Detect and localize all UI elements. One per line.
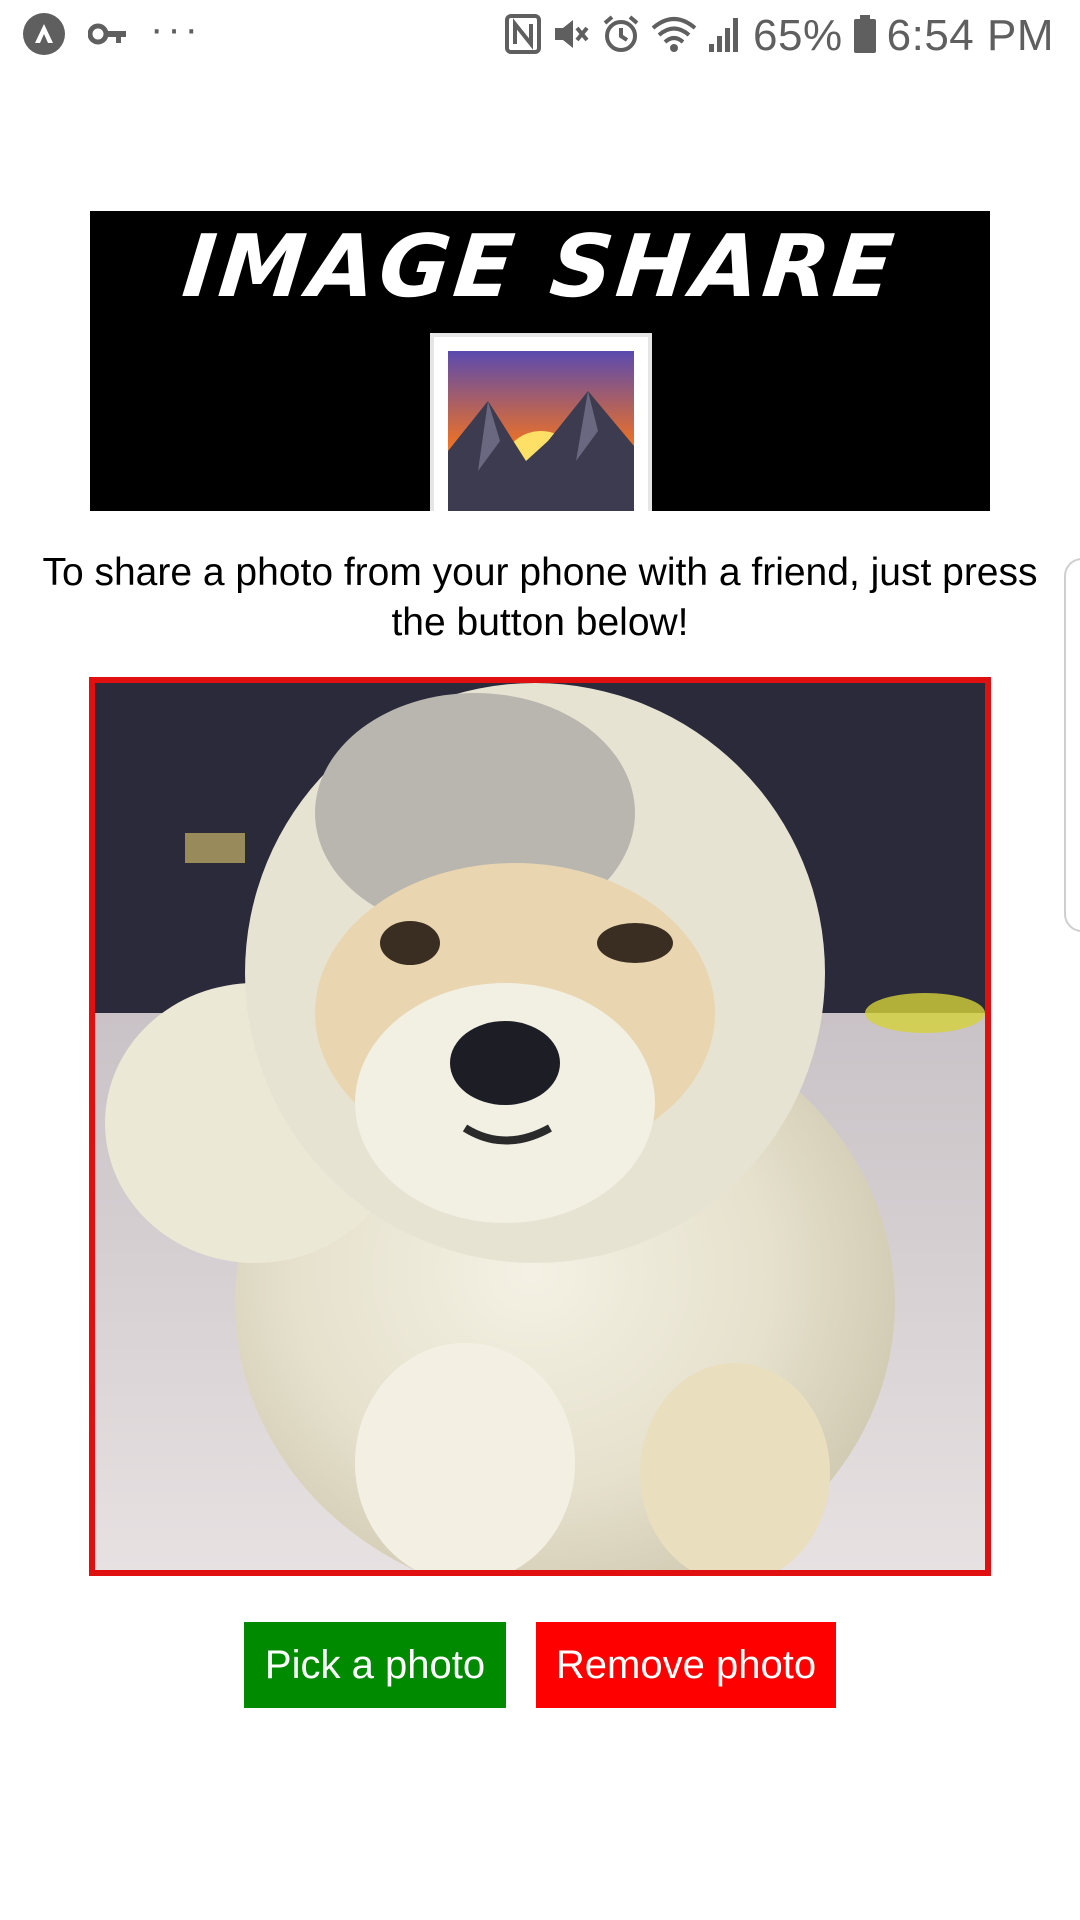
wifi-icon — [651, 14, 697, 59]
selected-photo — [89, 677, 991, 1576]
sunrise-mountains-icon — [430, 333, 652, 511]
status-bar-left: ··· — [22, 7, 202, 61]
status-bar: ··· 65% 6:54 PM — [0, 0, 1080, 72]
alarm-icon — [601, 14, 641, 59]
nfc-icon — [505, 13, 542, 59]
battery-icon — [853, 14, 877, 59]
edge-panel-handle[interactable] — [1064, 558, 1080, 932]
more-dots-icon: ··· — [150, 6, 202, 51]
clock: 6:54 PM — [886, 11, 1054, 60]
banner-title: IMAGE SHARE — [178, 217, 902, 317]
instructions-text: To share a photo from your phone with a … — [42, 551, 1038, 644]
remove-photo-button[interactable]: Remove photo — [536, 1622, 836, 1708]
dog-photo — [95, 683, 985, 1570]
mute-icon — [551, 14, 591, 59]
status-bar-right: 65% 6:54 PM — [505, 11, 1054, 60]
image-share-banner: IMAGE SHARE — [90, 211, 990, 511]
battery-percent: 65% — [753, 11, 843, 60]
signal-icon — [707, 14, 743, 59]
app-badge-icon — [22, 12, 66, 61]
key-icon — [87, 19, 128, 54]
pick-photo-button[interactable]: Pick a photo — [244, 1622, 506, 1708]
